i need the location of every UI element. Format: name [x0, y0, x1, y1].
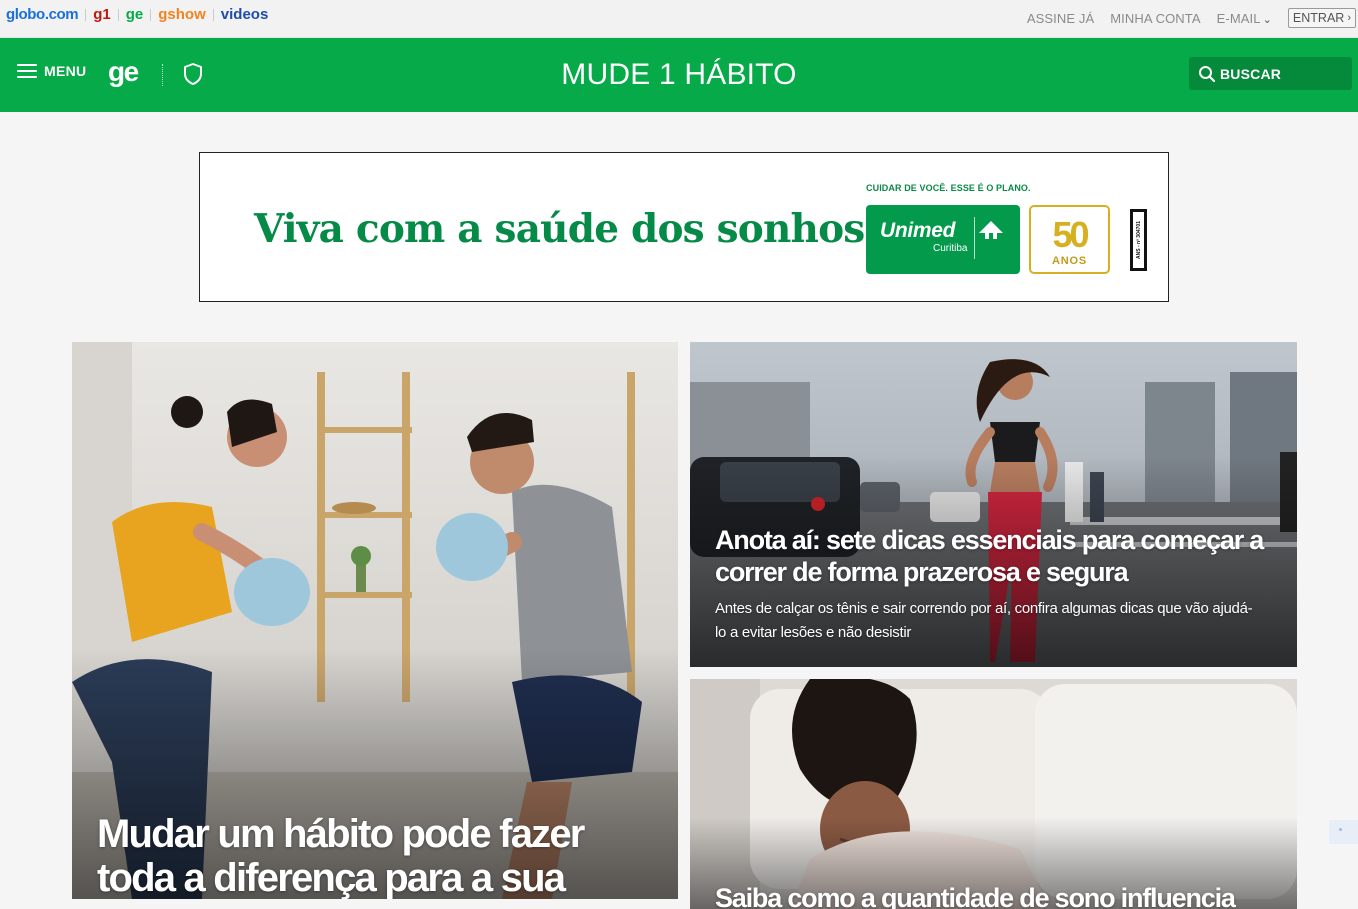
- advertisement-banner[interactable]: Viva com a saúde dos sonhos. CUIDAR DE V…: [199, 152, 1169, 302]
- featured-article-title[interactable]: Mudar um hábito pode fazer toda a difere…: [97, 812, 657, 899]
- unimed-logo: Unimed Curitiba: [866, 205, 1020, 274]
- search-label: BUSCAR: [1220, 65, 1282, 82]
- seal-label: ANOS: [1052, 255, 1087, 267]
- floating-feedback-tab[interactable]: [1329, 820, 1358, 844]
- chevron-down-icon: ⌄: [1262, 13, 1272, 26]
- email-dropdown[interactable]: E-MAIL ⌄: [1217, 11, 1272, 26]
- page-title: MUDE 1 HÁBITO: [561, 58, 797, 91]
- article-card-sleep[interactable]: Saiba como a quantidade de sono influenc…: [690, 679, 1297, 909]
- article-title-sleep[interactable]: Saiba como a quantidade de sono influenc…: [715, 882, 1275, 909]
- my-account-link[interactable]: MINHA CONTA: [1110, 11, 1200, 26]
- network-brands: globo.com g1 ge gshow videos: [6, 6, 268, 23]
- ans-registration-badge: ANS - nº 304701: [1130, 209, 1147, 271]
- unimed-name: Unimed: [880, 219, 956, 242]
- global-top-bar: globo.com g1 ge gshow videos ASSINE JÁ M…: [0, 0, 1358, 38]
- fifty-years-seal: 50 ANOS: [1029, 205, 1110, 274]
- article-summary-running: Antes de calçar os tênis e sair correndo…: [715, 600, 1253, 641]
- subscribe-link[interactable]: ASSINE JÁ: [1027, 11, 1094, 26]
- login-label: ENTRAR: [1292, 11, 1345, 25]
- brand-link-videos[interactable]: videos: [221, 6, 269, 23]
- site-header: MENU ge MUDE 1 HÁBITO BUSCAR: [0, 38, 1358, 112]
- brand-divider: [212, 8, 214, 21]
- ad-headline: Viva com a saúde dos sonhos.: [254, 206, 878, 252]
- article-card-running[interactable]: Anota aí: sete dicas essenciais para com…: [690, 342, 1297, 667]
- brand-divider: [150, 8, 152, 21]
- ans-text: ANS - nº 304701: [1135, 221, 1142, 259]
- search-button[interactable]: BUSCAR: [1189, 57, 1352, 90]
- chevron-right-icon: ›: [1347, 12, 1351, 24]
- seal-number: 50: [1052, 214, 1089, 255]
- search-icon: [1199, 65, 1216, 82]
- ad-tagline: CUIDAR DE VOCÊ. ESSE É O PLANO.: [866, 183, 1031, 193]
- sleeping-woman-image: [690, 679, 1297, 909]
- brand-link-g1[interactable]: g1: [93, 6, 111, 23]
- brand-divider: [117, 8, 119, 21]
- brand-link-globo[interactable]: globo.com: [6, 6, 79, 23]
- login-button[interactable]: ENTRAR ›: [1287, 8, 1356, 28]
- account-links: ASSINE JÁ MINHA CONTA E-MAIL ⌄ ENTRAR ›: [1027, 0, 1358, 36]
- featured-article-card[interactable]: Mudar um hábito pode fazer toda a difere…: [72, 342, 678, 899]
- brand-link-ge[interactable]: ge: [126, 6, 144, 23]
- brand-divider: [85, 8, 87, 21]
- brand-link-gshow[interactable]: gshow: [158, 6, 206, 23]
- unimed-tree-icon: [979, 221, 1003, 239]
- unimed-city: Curitiba: [933, 243, 968, 254]
- email-label: E-MAIL: [1216, 10, 1261, 26]
- article-title-running[interactable]: Anota aí: sete dicas essenciais para com…: [715, 524, 1275, 588]
